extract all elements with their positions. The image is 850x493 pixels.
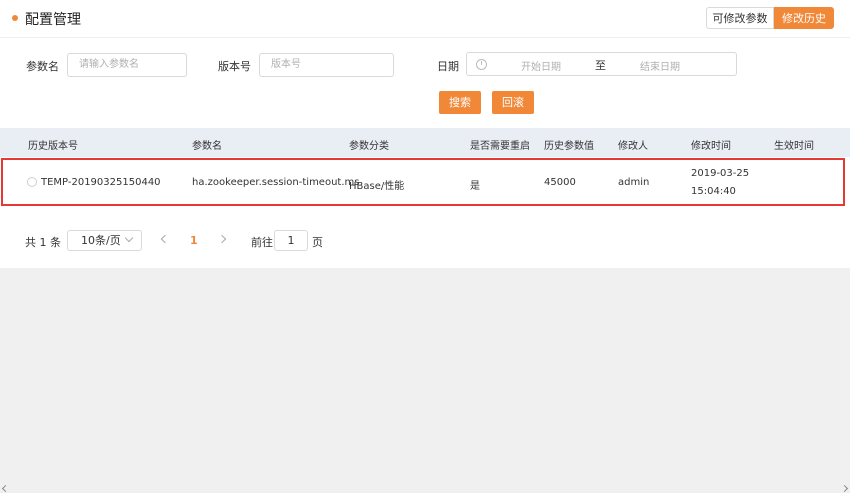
tab-modify-history[interactable]: 修改历史 [774, 7, 834, 29]
cell-version: TEMP-20190325150440 [41, 177, 161, 188]
config-panel: 配置管理 可修改参数 修改历史 参数名 请输入参数名 版本号 版本号 日期 开始… [0, 0, 850, 268]
goto-page-input[interactable]: 1 [274, 230, 308, 251]
next-page-icon[interactable] [217, 234, 227, 244]
col-needs-restart: 是否需要重启 [470, 141, 530, 152]
cell-value: 45000 [544, 177, 576, 188]
goto-label: 前往 [251, 236, 273, 249]
date-end-input[interactable]: 结束日期 [640, 58, 680, 73]
rollback-button[interactable]: 回滚 [492, 91, 534, 114]
page-size-value: 10条/页 [81, 234, 121, 247]
col-param-category: 参数分类 [349, 141, 389, 152]
param-name-label: 参数名 [26, 60, 59, 73]
prev-page-icon[interactable] [160, 234, 170, 244]
col-modified-time: 修改时间 [691, 141, 731, 152]
cell-modifier: admin [618, 177, 650, 188]
table-header: 历史版本号 参数名 参数分类 是否需要重启 历史参数值 修改人 修改时间 生效时… [0, 128, 850, 157]
scroll-left-icon[interactable] [1, 484, 10, 493]
cell-category: HBase/性能 [349, 181, 405, 192]
title-dot-icon [12, 15, 18, 21]
version-input[interactable]: 版本号 [259, 53, 394, 77]
row-select-radio[interactable] [27, 177, 37, 187]
col-modifier: 修改人 [618, 141, 648, 152]
view-tabs: 可修改参数 修改历史 [706, 7, 834, 29]
param-name-input[interactable]: 请输入参数名 [67, 53, 187, 77]
page-size-select[interactable]: 10条/页 [67, 230, 142, 251]
date-separator: 至 [595, 59, 606, 72]
search-button[interactable]: 搜索 [439, 91, 481, 114]
tab-editable-params[interactable]: 可修改参数 [706, 7, 774, 29]
cell-restart: 是 [470, 181, 480, 192]
scroll-right-icon[interactable] [840, 484, 849, 493]
col-history-value: 历史参数值 [544, 141, 594, 152]
clock-icon [476, 59, 487, 70]
version-label: 版本号 [218, 60, 251, 73]
cell-param: ha.zookeeper.session-timeout.ms [192, 177, 360, 188]
pagination-total: 共 1 条 [25, 236, 61, 249]
date-label: 日期 [437, 60, 459, 73]
date-start-input[interactable]: 开始日期 [521, 58, 561, 73]
cell-modified-date: 2019-03-25 [691, 168, 750, 179]
date-range-picker[interactable]: 开始日期 至 结束日期 [466, 52, 737, 76]
col-history-version: 历史版本号 [28, 141, 78, 152]
cell-modified-clock: 15:04:40 [691, 186, 736, 197]
page-header: 配置管理 可修改参数 修改历史 [0, 0, 850, 38]
page-title: 配置管理 [25, 12, 81, 28]
page-number-current[interactable]: 1 [190, 234, 198, 247]
goto-unit-label: 页 [312, 236, 323, 249]
chevron-down-icon [124, 233, 134, 243]
col-effective-time: 生效时间 [774, 141, 814, 152]
col-param-name: 参数名 [192, 141, 222, 152]
